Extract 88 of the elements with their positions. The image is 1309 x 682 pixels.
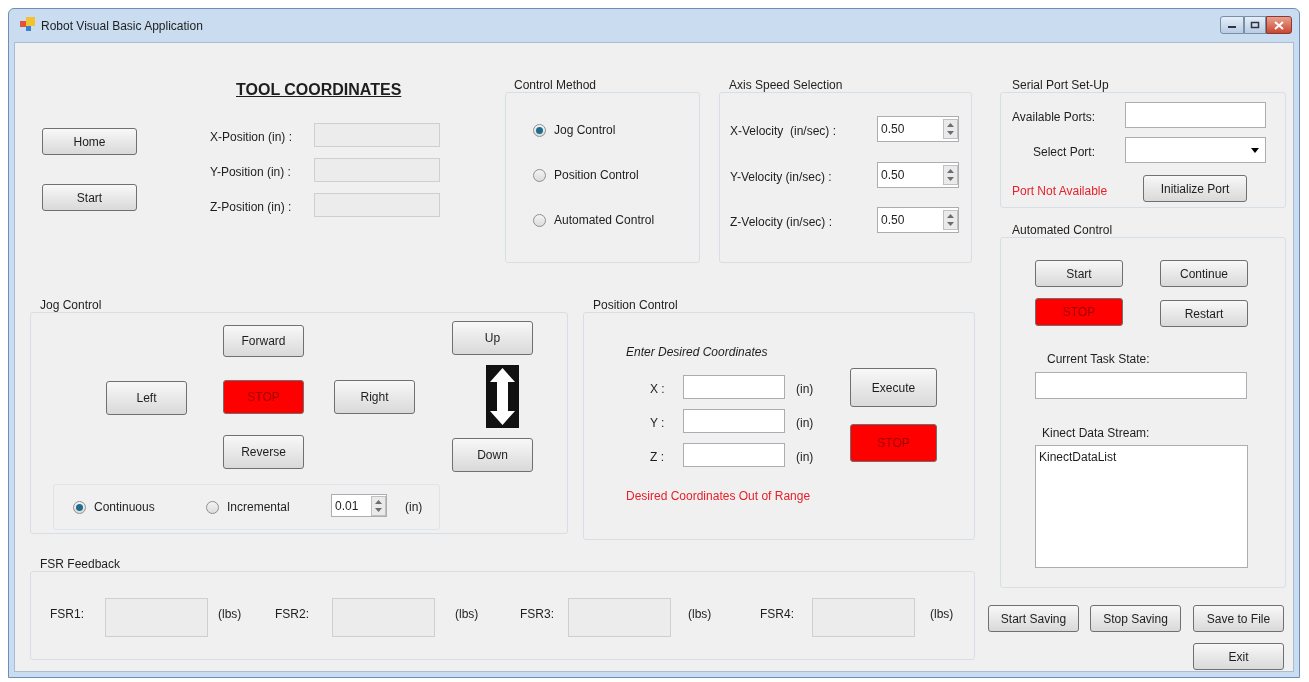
unit-label: (lbs) [688, 606, 712, 623]
group-title: Jog Control [38, 298, 104, 312]
button[interactable]: Exit [1193, 643, 1284, 670]
unit-label: (in) [796, 449, 814, 466]
maximize-icon [1250, 21, 1260, 29]
button[interactable]: Down [452, 438, 533, 472]
field-label: X-Position (in) : [210, 129, 293, 146]
button[interactable]: Up [452, 321, 533, 355]
group-title: Serial Port Set-Up [1010, 78, 1111, 92]
error-text: Desired Coordinates Out of Range [626, 488, 811, 505]
sensor-field[interactable] [332, 598, 435, 637]
field-label: Y : [650, 415, 665, 432]
dropdown-arrow-icon[interactable] [1251, 147, 1259, 153]
coordinate-field[interactable] [314, 123, 440, 147]
group-title: Axis Speed Selection [727, 78, 845, 92]
field-label: Select Port: [1033, 144, 1096, 161]
button[interactable]: Restart [1160, 300, 1248, 327]
window-title: Robot Visual Basic Application [41, 18, 203, 35]
velocity-label: Y-Velocity (in/sec) : [730, 169, 832, 186]
button[interactable]: Start Saving [988, 605, 1079, 632]
group-title: Control Method [512, 78, 599, 92]
unit-label: (in) [796, 415, 814, 432]
field-label: Z : [650, 449, 664, 466]
close-icon [1274, 20, 1284, 30]
unit-label: (in) [796, 381, 814, 398]
spin-arrows-icon[interactable] [943, 165, 958, 185]
unit-label: (lbs) [930, 606, 954, 623]
spin-box[interactable]: 0.50 [877, 162, 959, 188]
instruction-text: Enter Desired Coordinates [626, 344, 768, 361]
button[interactable]: Forward [223, 325, 304, 357]
unit-label: (in) [405, 499, 423, 516]
task-state-field[interactable] [1035, 372, 1247, 399]
button[interactable]: Save to File [1193, 605, 1284, 632]
button[interactable]: Initialize Port [1143, 175, 1247, 202]
button[interactable]: Home [42, 128, 137, 155]
spin-arrows-icon[interactable] [943, 119, 958, 139]
list-item[interactable]: KinectDataList [1039, 448, 1244, 466]
unit-label: (lbs) [218, 606, 242, 623]
button[interactable]: Execute [850, 368, 937, 407]
radio-option[interactable]: Automated Control [533, 211, 655, 229]
coordinate-input[interactable] [683, 409, 785, 433]
velocity-label: X-Velocity (in/sec) : [730, 123, 837, 140]
field-label: X : [650, 381, 665, 398]
app-icon [20, 17, 36, 31]
sensor-label: FSR4: [760, 606, 794, 623]
status-text: Port Not Available [1012, 183, 1108, 200]
radio-option[interactable]: Continuous [73, 498, 155, 516]
spin-box[interactable]: 0.50 [877, 116, 959, 142]
sensor-label: FSR1: [50, 606, 84, 623]
spin-box[interactable]: 0.50 [877, 207, 959, 233]
group-title: FSR Feedback [38, 557, 123, 571]
coordinate-field[interactable] [314, 158, 440, 182]
spin-arrows-icon[interactable] [943, 210, 958, 230]
section-heading: TOOL COORDINATES [236, 80, 402, 100]
sensor-label: FSR2: [275, 606, 309, 623]
button[interactable]: Start [42, 184, 137, 211]
maximize-button[interactable] [1244, 16, 1266, 34]
data-list[interactable]: KinectDataList [1035, 445, 1248, 568]
spin-arrows-icon[interactable] [371, 495, 386, 516]
spin-box[interactable]: 0.01 [331, 494, 387, 517]
velocity-label: Z-Velocity (in/sec) : [730, 214, 833, 231]
close-button[interactable] [1266, 16, 1292, 34]
coordinate-input[interactable] [683, 443, 785, 467]
group-title: Automated Control [1010, 223, 1115, 237]
coordinate-field[interactable] [314, 193, 440, 217]
field-label: Z-Position (in) : [210, 199, 292, 216]
minimize-button[interactable] [1220, 16, 1244, 34]
field-label: Current Task State: [1047, 351, 1150, 368]
sensor-field[interactable] [568, 598, 671, 637]
group-title: Position Control [591, 298, 680, 312]
field-label: Available Ports: [1012, 109, 1096, 126]
button[interactable]: Start [1035, 260, 1123, 287]
button[interactable]: Left [106, 381, 187, 415]
sensor-field[interactable] [105, 598, 208, 637]
button[interactable]: Continue [1160, 260, 1248, 287]
button[interactable]: Right [334, 380, 415, 414]
radio-option[interactable]: Jog Control [533, 121, 616, 139]
unit-label: (lbs) [455, 606, 479, 623]
field-label: Kinect Data Stream: [1042, 425, 1150, 442]
sensor-field[interactable] [812, 598, 915, 637]
button[interactable]: Stop Saving [1090, 605, 1181, 632]
coordinate-input[interactable] [683, 375, 785, 399]
radio-option[interactable]: Incremental [206, 498, 290, 516]
field-label: Y-Position (in) : [210, 164, 291, 181]
ports-field[interactable] [1125, 102, 1266, 128]
radio-option[interactable]: Position Control [533, 166, 639, 184]
button[interactable]: Reverse [223, 435, 304, 469]
sensor-label: FSR3: [520, 606, 554, 623]
